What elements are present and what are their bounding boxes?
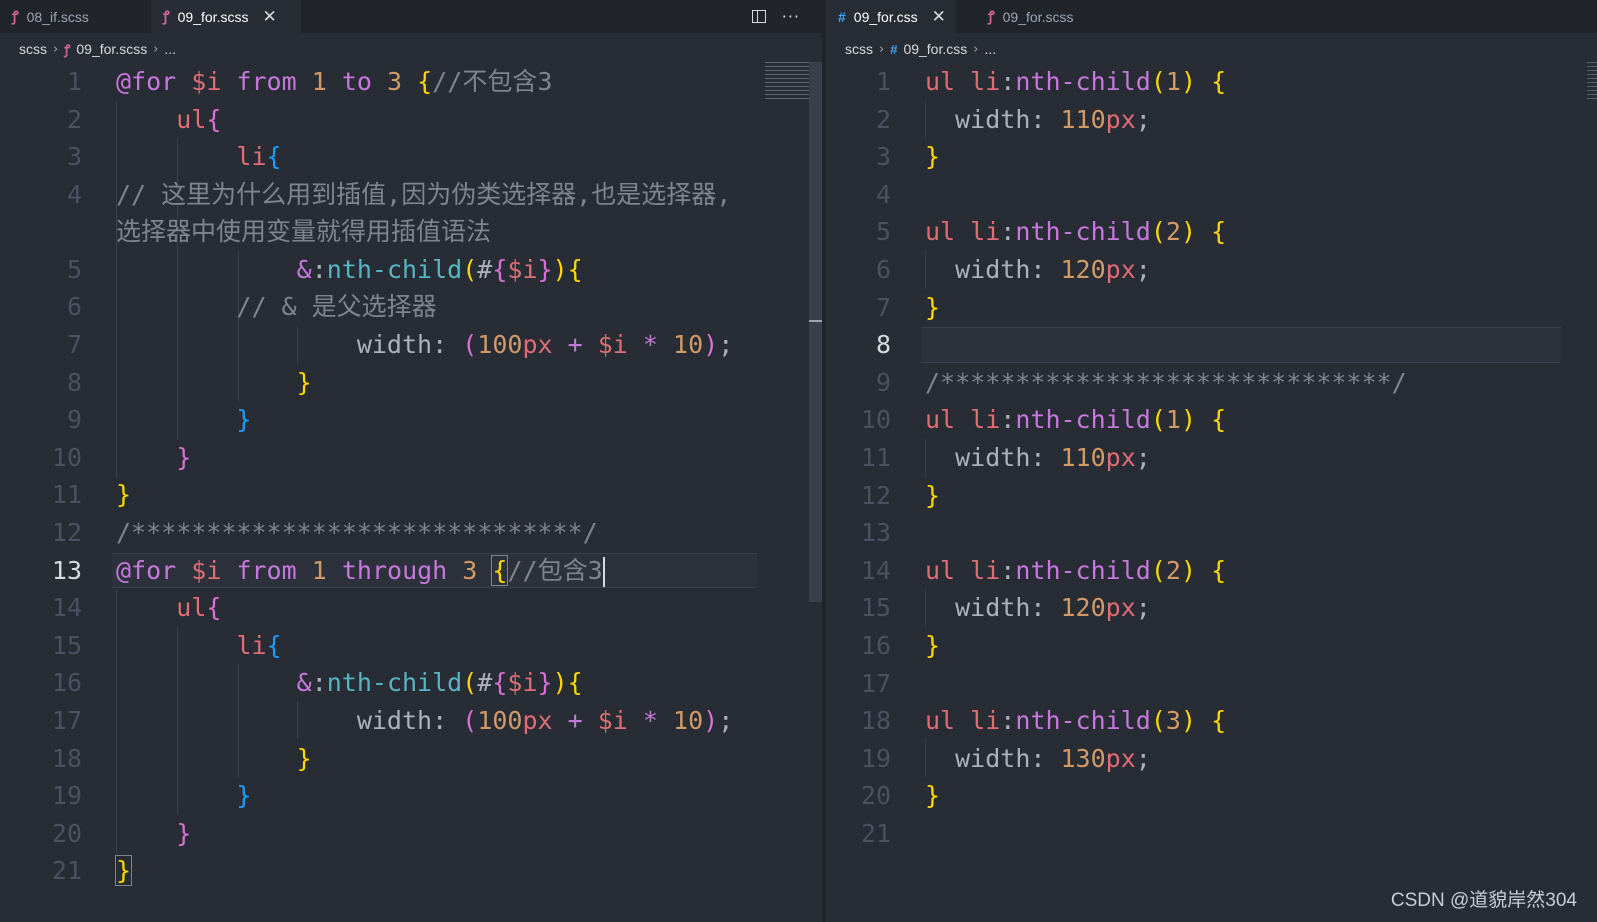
chevron-right-icon: › [53,41,59,57]
css-file-icon: # [838,8,846,25]
chevron-right-icon: › [973,41,979,57]
left-editor-pane: ꝭ 08_if.scss ꝭ 09_for.scss ✕ ··· scss › … [0,0,822,922]
tab-09-for-scss[interactable]: ꝭ 09_for.scss [976,0,1126,33]
code-line: 2 ul{ [66,104,222,134]
scrollbar-cursor-marker [809,320,822,322]
breadcrumb-file[interactable]: 09_for.scss [76,41,147,57]
right-tab-bar: # 09_for.css ✕ ꝭ 09_for.scss [826,0,1597,33]
code-line: 14 ul{ [51,593,222,623]
chevron-right-icon: › [153,41,159,57]
code-line: 1 @for $i from 1 to 3 {//不包含3 [66,67,553,96]
code-line-current: 13 @for $i from 1 through 3 {//包含3 [0,552,822,590]
code-line: 4 [875,179,891,209]
tab-label: 08_if.scss [26,8,89,25]
code-line: 16} [860,630,941,660]
sass-file-icon: ꝭ [988,8,995,24]
tab-08-if-scss[interactable]: ꝭ 08_if.scss [0,0,147,33]
tab-label: 09_for.css [853,8,918,25]
code-line: 21 [860,818,891,848]
code-line: 3 li{ [66,142,282,172]
code-line: 20} [860,781,941,811]
css-file-icon: # [890,41,898,57]
code-line: 9 } [66,405,252,435]
code-editor[interactable]: 1 @for $i from 1 to 3 {//不包含3 2 ul{ 3 li{… [0,63,822,890]
code-editor[interactable]: 1 ul li:nth-child(1) { 2 width: 110px; 3}… [826,63,1597,852]
close-icon[interactable]: ✕ [932,7,946,27]
code-line: 3} [875,142,941,172]
code-line: 17 width: (100px + $i * 10); [51,705,734,735]
code-line: 8 } [66,367,312,397]
code-line: 5 &:nth-child(#{$i}){ [66,254,583,284]
code-line: 18 } [51,743,312,773]
code-line: 20 } [51,818,192,848]
code-line: 12} [860,480,941,510]
split-editor-icon[interactable] [751,10,766,23]
breadcrumb: scss › ꝭ 09_for.scss › ... [19,37,176,61]
code-line: 6 // & 是父选择器 [66,292,437,322]
tab-09-for-scss[interactable]: ꝭ 09_for.scss ✕ [151,0,301,33]
breadcrumb-symbol[interactable]: ... [164,41,176,57]
breadcrumb-folder[interactable]: scss [19,41,47,57]
tab-label: 09_for.scss [177,8,249,25]
code-line: 14 ul li:nth-child(2) { [860,555,1227,585]
code-line: 21} [51,855,133,887]
code-line: 6 width: 120px; [875,254,1151,284]
close-icon[interactable]: ✕ [262,7,276,27]
code-line: 19 } [51,781,252,811]
code-line: 19 width: 130px; [860,743,1151,773]
vertical-scrollbar[interactable] [809,62,822,602]
code-line: 16 &:nth-child(#{$i}){ [51,668,583,698]
left-tab-bar: ꝭ 08_if.scss ꝭ 09_for.scss ✕ ··· [0,0,822,33]
sass-file-icon: ꝭ [163,8,170,24]
breadcrumb: scss › # 09_for.css › ... [845,37,996,61]
code-line-current: 8 [826,326,1597,364]
code-line: 10 ul li:nth-child(1) { [860,405,1227,435]
code-line: 13 [860,518,891,548]
code-line: 2 width: 110px; [875,104,1151,134]
minimap[interactable] [765,62,809,102]
tab-09-for-css[interactable]: # 09_for.css ✕ [826,0,956,33]
code-line: 12/******************************/ [51,517,598,547]
code-line: 1 ul li:nth-child(1) { [875,67,1227,96]
sass-file-icon: ꝭ [12,8,19,24]
code-line: 5 ul li:nth-child(2) { [875,217,1227,247]
right-editor-pane: # 09_for.css ✕ ꝭ 09_for.scss scss › # 09… [826,0,1597,922]
watermark: CSDN @道貌岸然304 [1390,890,1577,911]
code-line: 15 li{ [51,630,282,660]
minimap[interactable] [1587,62,1597,102]
code-line: 4// 这里为什么用到插值,因为伪类选择器,也是选择器,选择器中使用变量就得用插… [66,179,732,246]
code-line: 18 ul li:nth-child(3) { [860,706,1227,736]
tab-label: 09_for.scss [1002,8,1074,25]
code-line: 7} [875,292,941,322]
chevron-right-icon: › [879,41,885,57]
code-line: 15 width: 120px; [860,593,1151,623]
more-actions-icon[interactable]: ··· [782,7,800,26]
code-line: 7 width: (100px + $i * 10); [66,329,734,359]
code-line: 11} [51,480,132,510]
text-cursor [602,556,605,587]
code-line: 17 [860,668,891,698]
breadcrumb-file[interactable]: 09_for.css [903,41,967,57]
code-line: 10 } [51,442,192,472]
code-line: 9/******************************/ [875,367,1407,397]
breadcrumb-folder[interactable]: scss [845,41,873,57]
sass-file-icon: ꝭ [64,42,71,57]
breadcrumb-symbol[interactable]: ... [984,41,996,57]
code-line: 11 width: 110px; [860,442,1151,472]
